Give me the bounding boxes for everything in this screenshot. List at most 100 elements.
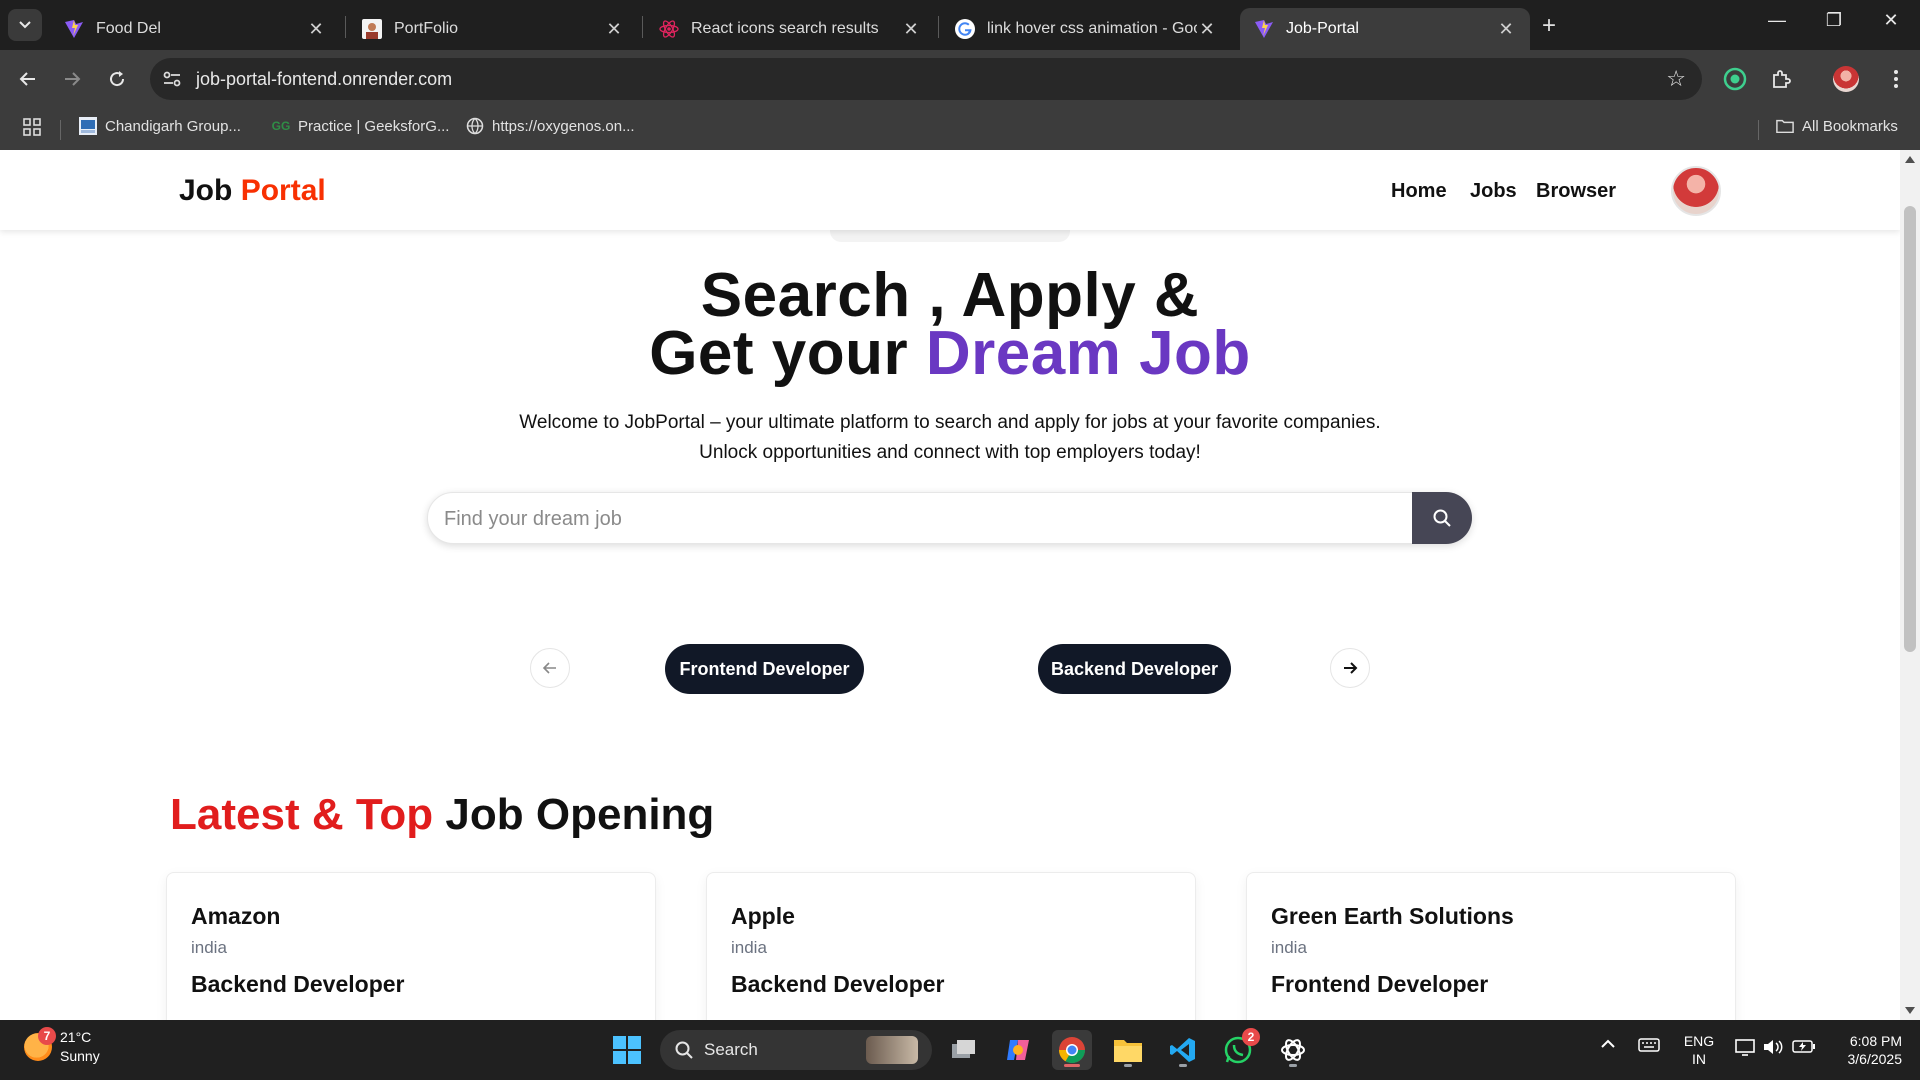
copilot-button[interactable] (998, 1030, 1038, 1070)
extensions-puzzle-icon[interactable] (1765, 63, 1797, 95)
sun-icon: 7 (24, 1027, 56, 1061)
job-card[interactable]: Green Earth Solutions india Frontend Dev… (1246, 872, 1736, 1020)
back-button[interactable] (12, 63, 44, 95)
site-logo[interactable]: Job Portal (179, 174, 326, 208)
job-card[interactable]: Apple india Backend Developer (706, 872, 1196, 1020)
chatgpt-button[interactable] (1273, 1030, 1313, 1070)
task-view-button[interactable] (944, 1030, 984, 1070)
page-scrollbar[interactable] (1900, 150, 1920, 1020)
screen: Food Del ✕ PortFolio ✕ React icons searc… (0, 0, 1920, 1080)
category-chip[interactable]: Frontend Developer (665, 644, 864, 694)
tab-food-del[interactable]: Food Del ✕ (50, 8, 340, 50)
tab-google-search[interactable]: link hover css animation - Goog ✕ (941, 8, 1231, 50)
tab-title: PortFolio (394, 20, 459, 37)
close-tab-icon[interactable]: ✕ (1496, 19, 1516, 40)
tab-title: Job-Portal (1286, 20, 1359, 37)
address-bar[interactable]: job-portal-fontend.onrender.com ☆ (150, 58, 1702, 100)
hero-title-text: Get your (649, 319, 909, 388)
restore-button[interactable]: ❐ (1811, 10, 1857, 31)
language-code: ENG (1683, 1033, 1715, 1049)
whatsapp-button[interactable]: 2 (1218, 1028, 1260, 1070)
tab-divider (642, 16, 643, 38)
nav-home[interactable]: Home (1391, 180, 1447, 203)
search-icon (675, 1041, 693, 1059)
carousel-prev-button[interactable] (530, 648, 570, 688)
browser-menu-icon[interactable] (1880, 63, 1912, 95)
nav-browser[interactable]: Browser (1536, 180, 1616, 203)
reload-button[interactable] (101, 63, 133, 95)
file-explorer-button[interactable] (1108, 1030, 1148, 1070)
clock[interactable]: 6:08 PM 3/6/2025 (1832, 1032, 1903, 1068)
apps-grid-icon[interactable] (22, 117, 42, 137)
volume-icon[interactable] (1762, 1038, 1784, 1060)
new-tab-button[interactable]: + (1542, 12, 1556, 40)
running-indicator (1289, 1064, 1297, 1067)
start-button[interactable] (607, 1030, 647, 1070)
job-location: india (1271, 938, 1307, 957)
show-hidden-icons[interactable] (1600, 1036, 1616, 1054)
job-role: Frontend Developer (1271, 971, 1489, 997)
bookmark-star-icon[interactable]: ☆ (1666, 66, 1686, 92)
close-window-button[interactable]: ✕ (1868, 10, 1914, 31)
minimize-button[interactable]: — (1754, 10, 1800, 31)
search-button[interactable] (1412, 492, 1472, 544)
chatgpt-icon (1281, 1039, 1305, 1061)
tab-react-icons[interactable]: React icons search results ✕ (645, 8, 935, 50)
college-favicon-icon (79, 117, 97, 135)
bookmarks-divider (60, 120, 61, 140)
search-icon (1433, 509, 1451, 527)
web-page: Job Portal Home Jobs Browser Search , Ap… (0, 150, 1900, 1020)
job-company: Amazon (191, 903, 281, 929)
bookmark-label: Chandigarh Group... (105, 117, 241, 135)
close-tab-icon[interactable]: ✕ (604, 19, 624, 40)
job-card[interactable]: Amazon india Backend Developer (166, 872, 656, 1020)
reload-icon (110, 71, 125, 87)
tab-title: Food Del (96, 20, 161, 37)
folder-icon (1114, 1040, 1142, 1062)
language-indicator[interactable]: ENG IN (1682, 1032, 1716, 1068)
section-title: Latest & Top Job Opening (170, 790, 714, 840)
vscode-button[interactable] (1163, 1030, 1203, 1070)
battery-icon[interactable] (1792, 1038, 1816, 1058)
tab-search-button[interactable] (8, 9, 42, 41)
bookmark-geeksforgeeks[interactable]: GG Practice | GeeksforG... (272, 117, 450, 135)
browser-toolbar: job-portal-fontend.onrender.com ☆ (0, 50, 1920, 108)
scroll-up-icon[interactable] (1905, 156, 1915, 163)
tab-job-portal[interactable]: Job-Portal ✕ (1240, 8, 1530, 50)
extension-green-icon[interactable] (1719, 63, 1751, 95)
scrollbar-thumb[interactable] (1904, 206, 1916, 652)
taskbar-search[interactable]: Search (660, 1030, 932, 1070)
browser-tab-strip: Food Del ✕ PortFolio ✕ React icons searc… (0, 0, 1920, 50)
bookmark-oxygenos[interactable]: https://oxygenos.on... (466, 117, 635, 135)
close-tab-icon[interactable]: ✕ (901, 19, 921, 40)
url-text[interactable]: job-portal-fontend.onrender.com (196, 69, 452, 90)
job-search-input[interactable] (444, 505, 1374, 533)
vite-icon (1254, 19, 1274, 39)
close-tab-icon[interactable]: ✕ (306, 19, 326, 40)
category-chip[interactable]: Backend Developer (1038, 644, 1231, 694)
weather-widget[interactable]: 7 21°C Sunny (24, 1027, 100, 1066)
bookmark-label: https://oxygenos.on... (492, 117, 635, 135)
region-code: IN (1692, 1051, 1706, 1067)
keyboard-icon[interactable] (1638, 1038, 1660, 1056)
network-icon[interactable] (1734, 1038, 1756, 1060)
chrome-taskbar-button[interactable] (1052, 1030, 1092, 1070)
all-bookmarks-button[interactable]: All Bookmarks (1776, 117, 1898, 135)
user-avatar[interactable] (1671, 166, 1721, 216)
site-settings-icon[interactable] (160, 67, 184, 91)
profile-avatar-icon[interactable] (1830, 63, 1862, 95)
copilot-icon (1007, 1040, 1029, 1060)
running-indicator (1064, 1064, 1080, 1067)
job-location: india (191, 938, 227, 957)
close-tab-icon[interactable]: ✕ (1197, 19, 1217, 40)
nav-jobs[interactable]: Jobs (1470, 180, 1517, 203)
whatsapp-badge: 2 (1242, 1028, 1260, 1046)
scroll-down-icon[interactable] (1905, 1007, 1915, 1014)
arrow-left-icon (542, 662, 556, 674)
clock-time: 6:08 PM (1849, 1033, 1902, 1049)
bookmark-chandigarh-group[interactable]: Chandigarh Group... (79, 117, 241, 135)
carousel-next-button[interactable] (1330, 648, 1370, 688)
forward-button[interactable] (56, 63, 88, 95)
tab-portfolio[interactable]: PortFolio ✕ (348, 8, 638, 50)
windows-taskbar: 7 21°C Sunny Search 2 ENG IN 6:08 PM 3/6… (0, 1020, 1920, 1080)
